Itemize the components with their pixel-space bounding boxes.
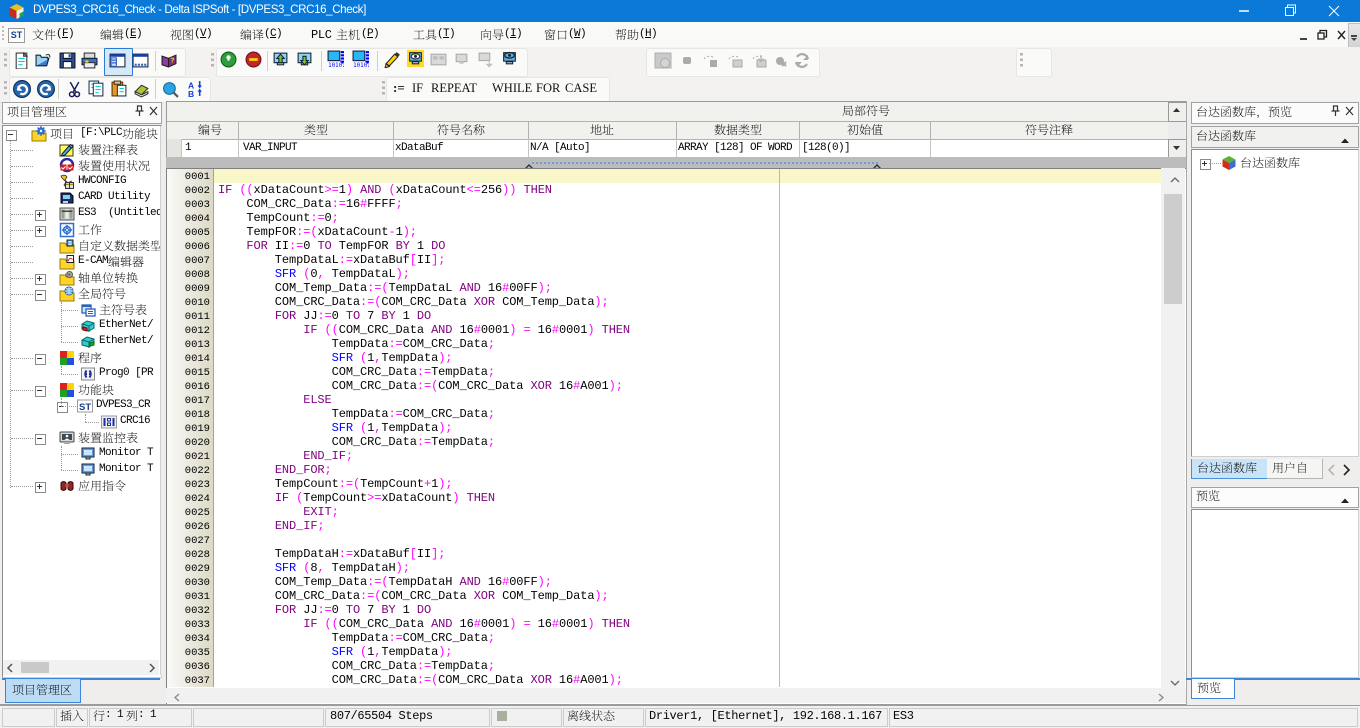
svg-text:ST: ST — [79, 402, 91, 413]
svg-text:B: B — [188, 89, 194, 97]
svg-text:10101: 10101 — [328, 63, 344, 67]
svg-text:?: ? — [170, 56, 175, 65]
svg-text:10101: 10101 — [353, 63, 369, 67]
